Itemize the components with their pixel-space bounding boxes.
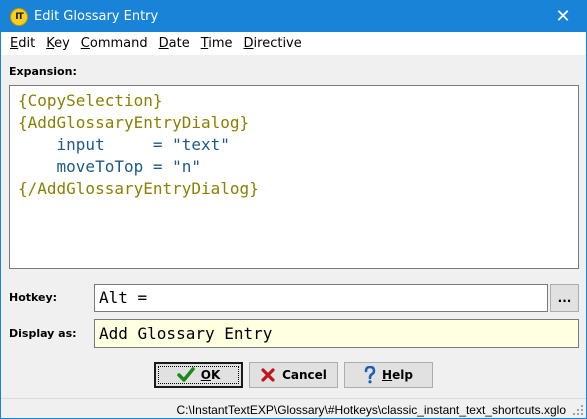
window-title: Edit Glossary Entry [34, 9, 159, 24]
help-label: Help [382, 368, 413, 382]
menu-time-rest: ime [208, 36, 233, 51]
menu-command-mnemonic: C [80, 36, 90, 51]
help-mnemonic: H [382, 368, 393, 382]
display-as-label: Display as: [9, 327, 77, 340]
cancel-x-icon [260, 367, 276, 383]
menu-key[interactable]: Key [41, 36, 75, 51]
param-input-value: = "text" [152, 135, 230, 154]
ok-rest: K [210, 368, 221, 382]
expansion-textarea[interactable]: {CopySelection} {AddGlossaryEntryDialog}… [9, 85, 579, 269]
code-line-copyselection: {CopySelection} [18, 91, 163, 110]
ok-label: OK [201, 368, 221, 382]
code-line-movetotop: moveToTop = "n" [18, 156, 570, 178]
checkmark-icon [176, 367, 195, 383]
menu-date-mnemonic: D [158, 36, 169, 51]
hotkey-browse-button[interactable]: ... [550, 284, 579, 312]
code-line-input: input = "text" [18, 134, 570, 156]
menu-date[interactable]: Date [154, 36, 195, 51]
instanttext-logo-icon: IT [10, 8, 28, 26]
code-line-dialog-open: {AddGlossaryEntryDialog} [18, 113, 250, 132]
question-mark-icon [364, 366, 376, 384]
cancel-label: Cancel [282, 368, 327, 382]
menu-edit[interactable]: Edit [5, 36, 40, 51]
edit-glossary-entry-window: IT Edit Glossary Entry ✕ Edit Key Comman… [0, 0, 587, 419]
menu-key-rest: ey [54, 36, 70, 51]
display-as-input[interactable]: Add Glossary Entry [94, 319, 579, 348]
menu-command[interactable]: Command [76, 36, 153, 51]
param-movetotop-key: moveToTop [18, 157, 153, 176]
menu-directive[interactable]: Directive [239, 36, 307, 51]
ok-mnemonic: O [200, 368, 211, 382]
menu-edit-rest: dit [18, 36, 36, 51]
menu-bar: Edit Key Command Date Time Directive [1, 32, 586, 56]
hotkey-input[interactable]: Alt = [94, 284, 548, 312]
menu-directive-mnemonic: D [243, 36, 254, 51]
help-button[interactable]: Help [344, 362, 433, 388]
status-bar: C:\InstantTextEXP\Glossary\#Hotkeys\clas… [1, 398, 586, 418]
ok-button[interactable]: OK [154, 362, 243, 388]
title-bar[interactable]: IT Edit Glossary Entry ✕ [1, 1, 586, 32]
close-button[interactable]: ✕ [540, 1, 586, 32]
menu-command-rest: ommand [89, 36, 148, 51]
param-movetotop-value: = "n" [152, 157, 202, 176]
menu-time[interactable]: Time [196, 36, 238, 51]
param-input-key: input [18, 135, 153, 154]
menu-key-mnemonic: K [46, 36, 55, 51]
menu-directive-rest: irective [253, 36, 302, 51]
hotkey-label: Hotkey: [9, 291, 58, 304]
cancel-button[interactable]: Cancel [249, 362, 338, 388]
expansion-label: Expansion: [9, 65, 77, 78]
help-rest: elp [392, 368, 413, 382]
menu-date-rest: ate [168, 36, 190, 51]
glossary-file-path: C:\InstantTextEXP\Glossary\#Hotkeys\clas… [176, 403, 566, 417]
resize-grip-icon[interactable] [572, 404, 584, 416]
close-icon: ✕ [555, 6, 571, 27]
code-line-dialog-close: {/AddGlossaryEntryDialog} [18, 179, 259, 198]
menu-edit-mnemonic: E [10, 36, 19, 51]
